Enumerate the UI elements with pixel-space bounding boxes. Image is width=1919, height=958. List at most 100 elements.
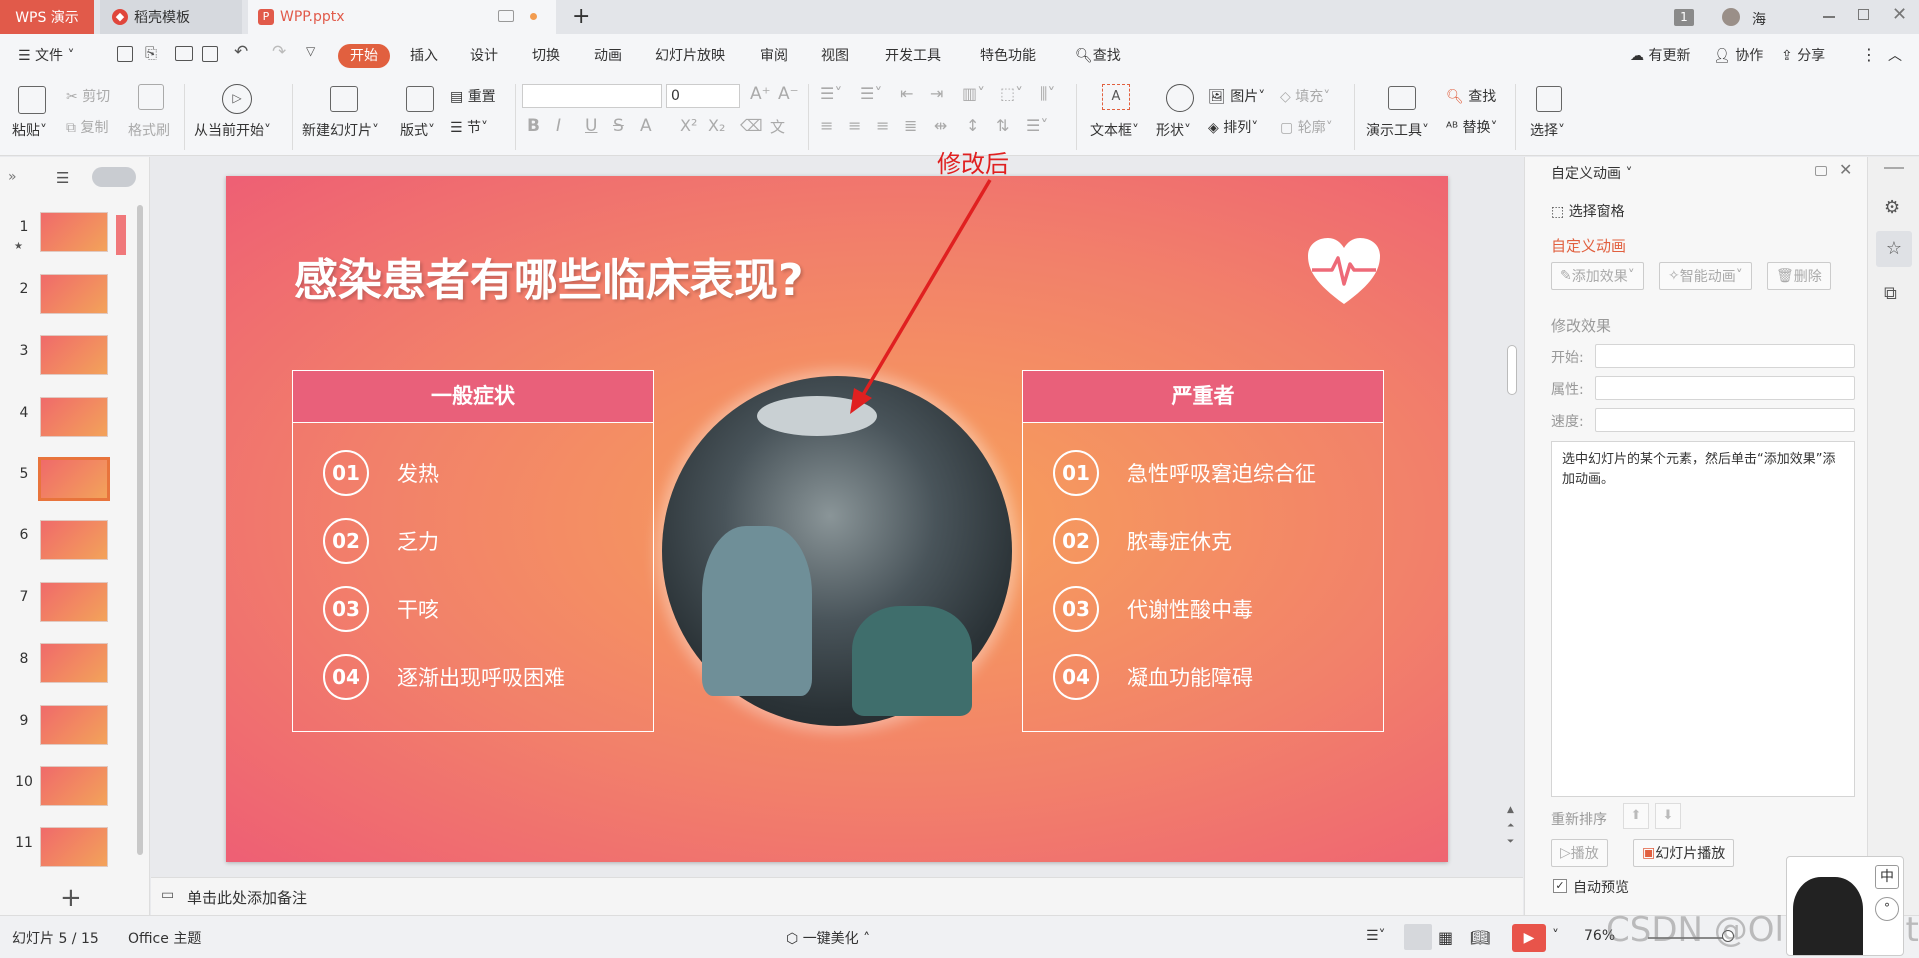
collaborate-button[interactable]: 👤︎ 协作: [1713, 45, 1763, 65]
animation-star-tool-icon[interactable]: ☆: [1876, 231, 1912, 267]
tab-daoke-templates[interactable]: ◆ 稻壳模板: [100, 0, 242, 34]
speed-select[interactable]: [1595, 408, 1855, 432]
char-spacing-icon[interactable]: 文: [770, 116, 785, 137]
eraser-icon[interactable]: ⌫: [740, 116, 763, 135]
tab-insert[interactable]: 插入: [410, 45, 438, 65]
add-slide-plus-icon[interactable]: +: [60, 883, 82, 913]
file-menu[interactable]: ☰ 文件 ˅: [18, 45, 74, 65]
tab-design[interactable]: 设计: [470, 45, 498, 65]
slide-thumbnail[interactable]: [40, 212, 108, 252]
slide-thumbnail[interactable]: [40, 643, 108, 683]
normal-view-icon[interactable]: [1404, 924, 1432, 950]
next-slide-icon[interactable]: ⏷: [1507, 837, 1514, 847]
search-menu[interactable]: 🔍︎查找: [1075, 45, 1121, 65]
textbox-button[interactable]: 文本框˅: [1090, 120, 1139, 140]
shape-icon[interactable]: [1166, 84, 1194, 112]
slide-title[interactable]: 感染患者有哪些临床表现?: [294, 244, 804, 308]
outdent-icon[interactable]: ⇤: [900, 84, 913, 103]
thumbnail-view-toggle[interactable]: [92, 167, 136, 187]
align-text-icon[interactable]: ⫼˅: [1040, 84, 1055, 104]
customize-chevron-icon[interactable]: ▽: [306, 44, 315, 58]
layout-button[interactable]: 版式˅: [400, 120, 435, 140]
underline-icon[interactable]: U: [585, 116, 597, 136]
restore-icon[interactable]: [1858, 9, 1869, 20]
play-button[interactable]: ▷ 播放: [1551, 839, 1608, 867]
property-select[interactable]: [1595, 376, 1855, 400]
numbered-list-icon[interactable]: ☰˅: [860, 84, 882, 103]
move-up-icon[interactable]: ⬆: [1623, 803, 1649, 829]
tab-animation[interactable]: 动画: [594, 45, 622, 65]
align-left-icon[interactable]: ≡: [820, 116, 833, 135]
textbox-icon[interactable]: A: [1102, 84, 1130, 110]
monitor-icon[interactable]: [498, 10, 514, 22]
font-size-select[interactable]: 0: [666, 84, 740, 108]
properties-icon[interactable]: ⚙: [1884, 197, 1900, 218]
layout-icon[interactable]: [406, 86, 434, 112]
animation-list[interactable]: 选中幻灯片的某个元素，然后单击“添加效果”添加动画。: [1551, 441, 1855, 797]
share-button[interactable]: ⇪ 分享: [1781, 45, 1825, 65]
slide-thumbnail[interactable]: [40, 705, 108, 745]
reading-view-icon[interactable]: 📖︎: [1470, 928, 1490, 947]
play-options-chevron-icon[interactable]: ˅: [1552, 928, 1559, 944]
more-icon[interactable]: ⋮: [1861, 45, 1877, 64]
scroll-up-icon[interactable]: ▲: [1507, 805, 1514, 815]
new-slide-icon[interactable]: [330, 86, 358, 112]
slide-thumbnail[interactable]: [40, 274, 108, 314]
align-right-icon[interactable]: ≡: [876, 116, 889, 135]
expand-panel-icon[interactable]: »: [8, 169, 17, 185]
avatar[interactable]: [1722, 8, 1740, 26]
slide[interactable]: 感染患者有哪些临床表现? 一般症状 01 发热 02 乏力 03 干咳 04 逐渐出现呼…: [226, 176, 1448, 862]
subscript-icon[interactable]: X₂: [708, 116, 725, 135]
slide-thumbnail[interactable]: [40, 520, 108, 560]
new-slide-button[interactable]: 新建幻灯片˅: [302, 120, 379, 140]
start-select[interactable]: [1595, 344, 1855, 368]
picture-button[interactable]: 🖼︎ 图片˅: [1208, 86, 1265, 106]
tab-review[interactable]: 审阅: [760, 45, 788, 65]
bold-icon[interactable]: B: [527, 116, 540, 136]
align-center-icon[interactable]: ≡: [848, 116, 861, 135]
distribute-icon[interactable]: ⇹: [934, 116, 947, 135]
fill-button[interactable]: ◇ 填充˅: [1280, 86, 1330, 106]
notes-placeholder[interactable]: 单击此处添加备注: [187, 887, 307, 908]
severe-cases-box[interactable]: 严重者 01 急性呼吸窘迫综合征 02 脓毒症休克 03 代谢性酸中毒 04 凝血功能障…: [1022, 370, 1384, 732]
ime-widget[interactable]: 中 °: [1786, 856, 1904, 956]
add-effect-button[interactable]: ✎ 添加效果 ˅: [1551, 262, 1644, 290]
auto-preview-checkbox[interactable]: ✓: [1553, 879, 1567, 893]
text-direction-icon[interactable]: ⬚˅: [1000, 84, 1023, 103]
close-window-icon[interactable]: ✕: [1892, 4, 1907, 25]
format-painter-button[interactable]: 格式刷: [128, 120, 170, 140]
increase-font-icon[interactable]: A⁺: [750, 84, 771, 104]
tab-developer[interactable]: 开发工具: [885, 45, 941, 65]
presenter-tools-icon[interactable]: [1388, 86, 1416, 110]
tab-document[interactable]: P WPP.pptx: [248, 0, 556, 34]
replace-button[interactable]: ᴬᴮ 替换˅: [1446, 117, 1498, 137]
lock-icon[interactable]: [1815, 166, 1827, 176]
justify-icon[interactable]: ≣: [904, 116, 917, 135]
collapse-ribbon-icon[interactable]: ︿: [1888, 45, 1902, 65]
export-icon[interactable]: ⎘: [145, 44, 157, 62]
notes-bar[interactable]: ▭ 单击此处添加备注: [151, 877, 1523, 915]
delete-effect-button[interactable]: 🗑︎ 删除: [1767, 262, 1831, 290]
ime-mode-chinese[interactable]: 中: [1875, 865, 1899, 889]
update-button[interactable]: ☁ 有更新: [1630, 45, 1690, 65]
slide-thumbnail[interactable]: [40, 582, 108, 622]
beautify-button[interactable]: ⬡ 一键美化 ˄: [786, 928, 870, 948]
select-button[interactable]: 选择˅: [1530, 120, 1565, 140]
indent-icon[interactable]: ⇥: [930, 84, 943, 103]
smart-animation-button[interactable]: ✧ 智能动画 ˅: [1659, 262, 1752, 290]
heart-pulse-icon[interactable]: [1306, 236, 1382, 308]
reset-button[interactable]: ▤ 重置: [450, 86, 496, 106]
section-button[interactable]: ☰ 节˅: [450, 117, 488, 137]
move-down-icon[interactable]: ⬇: [1655, 803, 1681, 829]
canvas-scrollbar[interactable]: [1507, 345, 1517, 395]
thumbnail-scrollbar[interactable]: [137, 205, 143, 855]
slideshow-button[interactable]: ▣ 幻灯片播放: [1633, 839, 1735, 867]
slide-thumbnail[interactable]: [40, 766, 108, 806]
tab-start[interactable]: 开始: [338, 44, 390, 68]
strikethrough-icon[interactable]: S: [613, 116, 624, 136]
outline-view-icon[interactable]: ☰: [56, 169, 69, 187]
tab-special[interactable]: 特色功能: [980, 45, 1036, 65]
italic-icon[interactable]: I: [556, 116, 561, 136]
arrange-button[interactable]: ◈ 排列˅: [1208, 117, 1258, 137]
tab-transition[interactable]: 切换: [532, 45, 560, 65]
